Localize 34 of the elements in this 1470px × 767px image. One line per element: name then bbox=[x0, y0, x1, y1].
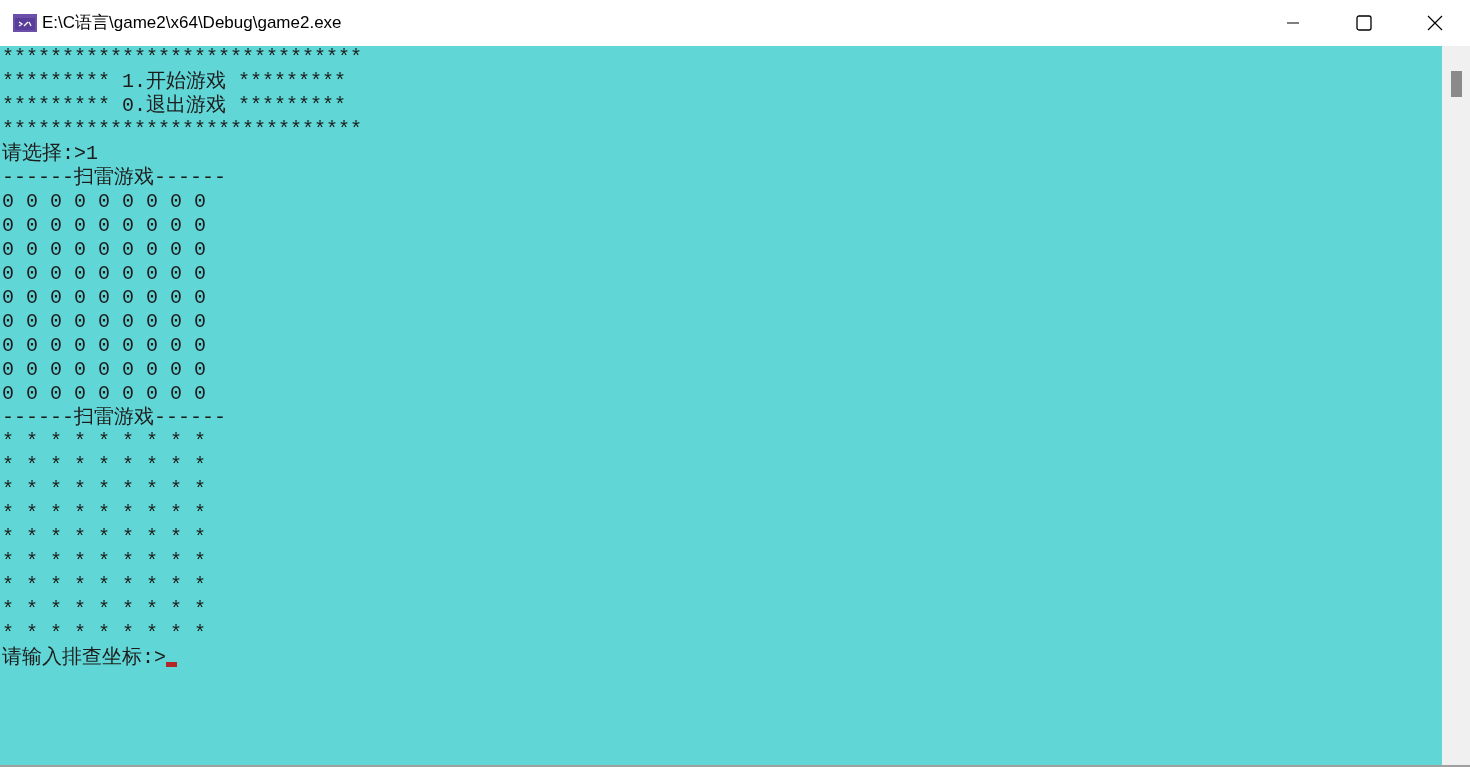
console-line: * * * * * * * * * bbox=[2, 478, 207, 502]
console-line: ********* 0.退出游戏 ********* bbox=[2, 94, 347, 118]
console-line: 0 0 0 0 0 0 0 0 0 bbox=[2, 358, 207, 382]
console-line: 0 0 0 0 0 0 0 0 0 bbox=[2, 214, 207, 238]
maximize-icon bbox=[1355, 15, 1372, 31]
console-line: * * * * * * * * * bbox=[2, 502, 207, 526]
console-line: 0 0 0 0 0 0 0 0 0 bbox=[2, 190, 207, 214]
text-cursor bbox=[166, 662, 177, 667]
console-line: * * * * * * * * * bbox=[2, 526, 207, 550]
close-icon bbox=[1426, 15, 1443, 31]
console-line: 0 0 0 0 0 0 0 0 0 bbox=[2, 334, 207, 358]
console-line: 0 0 0 0 0 0 0 0 0 bbox=[2, 310, 207, 334]
console-line: 请选择:>1 bbox=[2, 142, 98, 166]
console-line: * * * * * * * * * bbox=[2, 598, 207, 622]
console-line: * * * * * * * * * bbox=[2, 574, 207, 598]
console-line: * * * * * * * * * bbox=[2, 454, 207, 478]
console-line: ------扫雷游戏------ bbox=[2, 166, 227, 190]
console-line: * * * * * * * * * bbox=[2, 622, 207, 646]
input-prompt: 请输入排查坐标:> bbox=[2, 646, 166, 670]
console-line: 0 0 0 0 0 0 0 0 0 bbox=[2, 286, 207, 310]
scrollbar-thumb[interactable] bbox=[1450, 71, 1462, 97]
console-line: ****************************** bbox=[2, 46, 363, 70]
window-title: E:\C语言\game2\x64\Debug\game2.exe bbox=[42, 12, 342, 35]
console-icon bbox=[13, 14, 37, 32]
console-line: 0 0 0 0 0 0 0 0 0 bbox=[2, 262, 207, 286]
minimize-icon bbox=[1286, 22, 1299, 24]
console-line: 0 0 0 0 0 0 0 0 0 bbox=[2, 382, 207, 406]
console-line: ------扫雷游戏------ bbox=[2, 406, 227, 430]
console-line: * * * * * * * * * bbox=[2, 550, 207, 574]
scrollbar[interactable] bbox=[1442, 46, 1470, 765]
console-line: 0 0 0 0 0 0 0 0 0 bbox=[2, 238, 207, 262]
console-line: ****************************** bbox=[2, 118, 363, 142]
console-line: * * * * * * * * * bbox=[2, 430, 207, 454]
console-line: ********* 1.开始游戏 ********* bbox=[2, 70, 347, 94]
